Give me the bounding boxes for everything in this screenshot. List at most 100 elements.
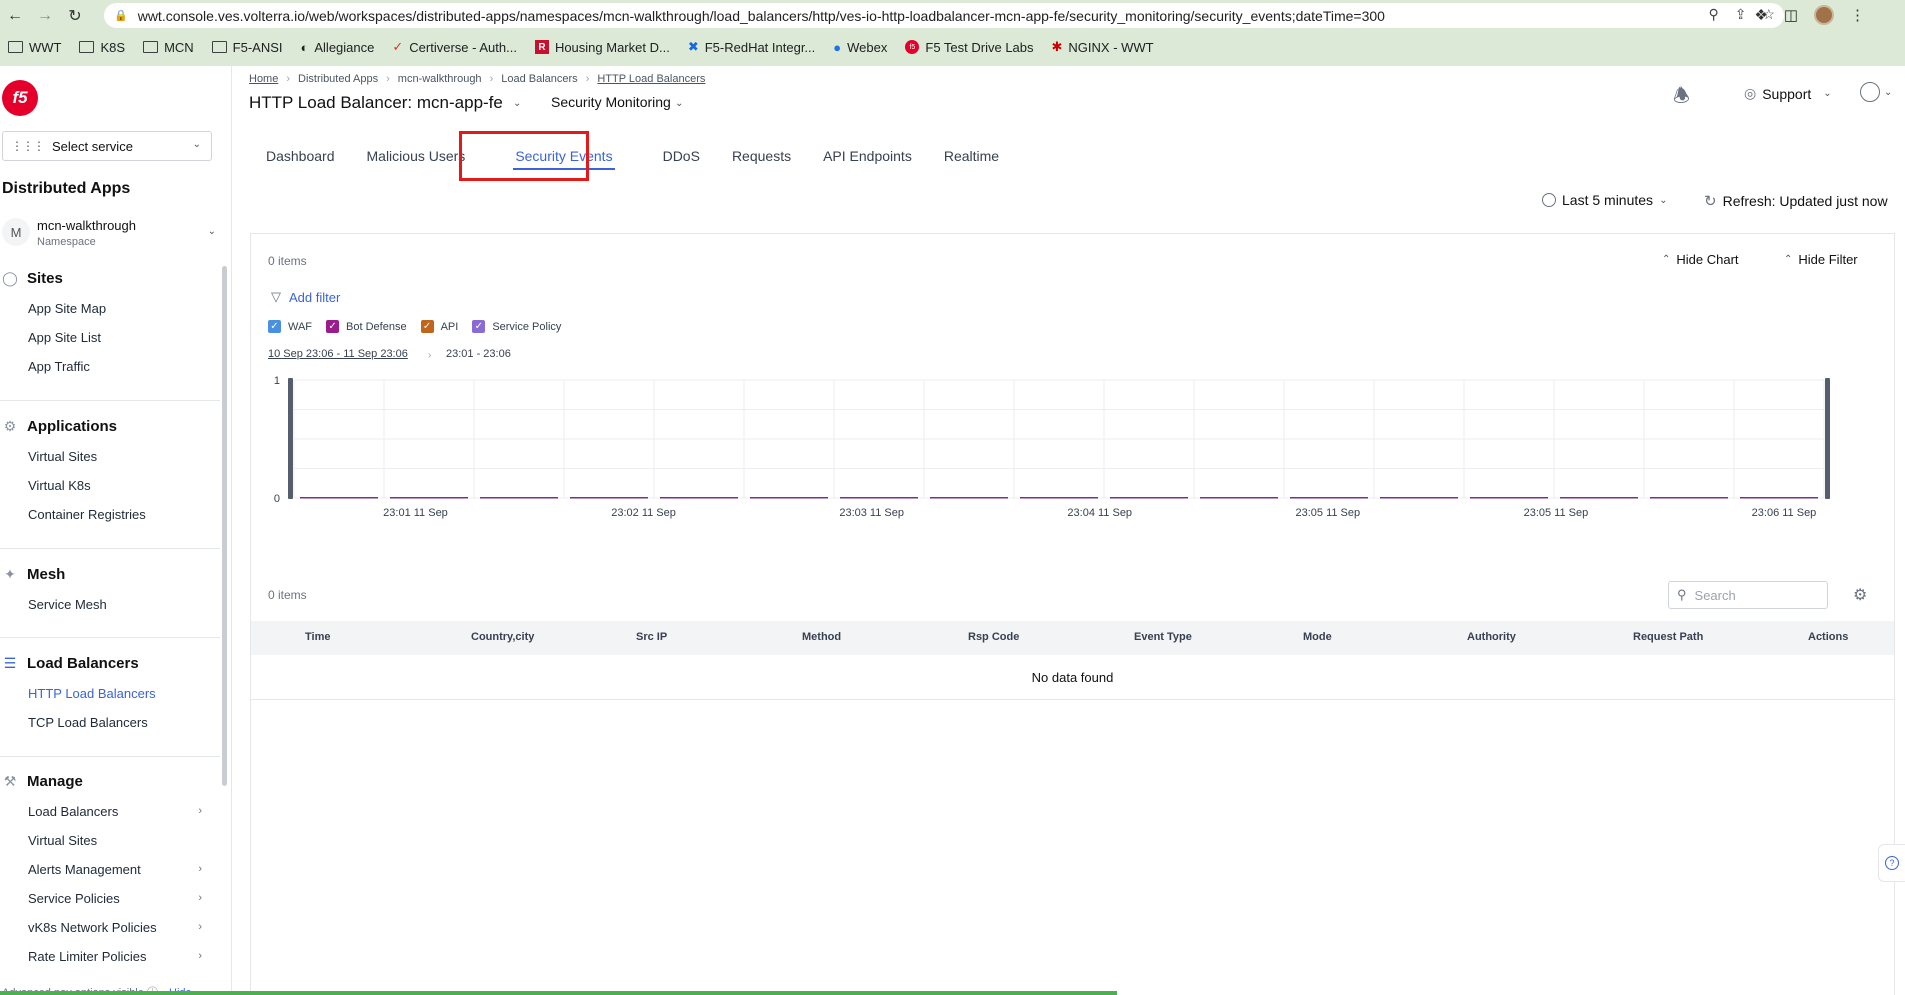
chevron-down-icon[interactable]: ⌄ xyxy=(513,98,521,109)
chevron-right-icon: › xyxy=(198,950,202,962)
bookmark-mcn[interactable]: MCN xyxy=(143,40,194,55)
bookmark-nginx[interactable]: ✱ NGINX - WWT xyxy=(1052,39,1154,55)
sidebar-item-virtual-k8s[interactable]: Virtual K8s xyxy=(0,471,220,500)
legend-item-api[interactable]: ✓ API xyxy=(420,320,458,333)
breadcrumb-distributed-apps[interactable]: Distributed Apps xyxy=(298,73,378,85)
support-menu[interactable]: ◎ Support ⌄ xyxy=(1744,85,1832,102)
bookmark-f5-ansi[interactable]: F5-ANSI xyxy=(211,40,283,55)
sidebar-item-app-traffic[interactable]: App Traffic xyxy=(0,352,220,381)
f5-logo[interactable]: f5 xyxy=(2,80,38,116)
tab-realtime[interactable]: Realtime xyxy=(928,140,1015,172)
chart-bar xyxy=(1560,497,1638,499)
namespace-selector[interactable]: M mcn-walkthrough Namespace ⌄ xyxy=(2,216,222,256)
hide-filter-button[interactable]: ⌃ Hide Filter xyxy=(1784,252,1858,267)
column-header-method[interactable]: Method xyxy=(802,631,841,643)
breadcrumb-http-load-balancers[interactable]: HTTP Load Balancers xyxy=(597,73,705,85)
sidebar-item-vk8s-network-policies[interactable]: vK8s Network Policies › xyxy=(0,913,220,942)
checkbox-checked-icon[interactable]: ✓ xyxy=(326,320,340,333)
browser-chrome: ← → ↻ 🔒 wwt.console.ves.volterra.io/web/… xyxy=(0,0,1905,66)
bookmark-allegiance[interactable]: ◐ Allegiance xyxy=(301,40,375,55)
brush-handle-left xyxy=(288,378,293,499)
bell-icon[interactable]: 🕭 xyxy=(1673,82,1690,114)
column-header-mode[interactable]: Mode xyxy=(1303,631,1332,643)
refresh-button[interactable]: ↻ Refresh: Updated just now xyxy=(1704,192,1888,210)
user-icon[interactable] xyxy=(1860,82,1880,102)
bookmark-k8s[interactable]: K8S xyxy=(79,40,125,55)
forward-icon[interactable]: → xyxy=(30,1,60,31)
column-header-request-path[interactable]: Request Path xyxy=(1633,631,1703,643)
url-bar[interactable]: 🔒 wwt.console.ves.volterra.io/web/worksp… xyxy=(104,3,1784,28)
chevron-down-icon[interactable]: ⌄ xyxy=(675,98,683,109)
profile-avatar[interactable] xyxy=(1814,5,1834,25)
sidebar-item-app-site-list[interactable]: App Site List xyxy=(0,323,220,352)
bookmark-certiverse[interactable]: ✓ Certiverse - Auth... xyxy=(392,39,517,55)
breadcrumb-namespace[interactable]: mcn-walkthrough xyxy=(398,73,482,85)
sidepanel-icon[interactable]: ◫ xyxy=(1784,6,1798,24)
bookmark-wwt[interactable]: WWT xyxy=(8,40,61,55)
legend-item-waf[interactable]: ✓ WAF xyxy=(268,320,312,333)
zoom-icon[interactable]: ⚲ xyxy=(1708,6,1718,23)
sidebar-item-container-registries[interactable]: Container Registries xyxy=(0,500,220,529)
sidebar-item-rate-limiter-policies[interactable]: Rate Limiter Policies › xyxy=(0,942,220,971)
time-range-picker[interactable]: Last 5 minutes ⌄ xyxy=(1542,192,1667,208)
checkbox-checked-icon[interactable]: ✓ xyxy=(268,320,281,333)
sidebar-scrollbar[interactable] xyxy=(222,266,227,786)
page-title[interactable]: HTTP Load Balancer: mcn-app-fe xyxy=(249,93,503,113)
gear-icon: ⚙ xyxy=(3,417,17,434)
tab-ddos[interactable]: DDoS xyxy=(647,140,716,172)
security-events-chart[interactable]: 1 0 23:01 11 Sep 23:02 11 Sep 23:03 11 Sep 23… xyxy=(268,375,1858,570)
divider xyxy=(0,548,220,549)
help-button[interactable]: ? xyxy=(1878,844,1905,882)
column-header-time[interactable]: Time xyxy=(305,631,330,643)
add-filter-button[interactable]: ▽ Add filter xyxy=(271,289,340,305)
puzzle-icon[interactable]: ❖ xyxy=(1754,6,1767,24)
chevron-down-icon: ⌄ xyxy=(192,139,201,150)
tab-api-endpoints[interactable]: API Endpoints xyxy=(807,140,928,172)
sidebar-item-manage-load-balancers[interactable]: Load Balancers › xyxy=(0,797,220,826)
column-header-authority[interactable]: Authority xyxy=(1467,631,1516,643)
chevron-down-icon: ⌄ xyxy=(1659,194,1668,206)
gear-icon[interactable]: ⚙ xyxy=(1853,585,1867,605)
chevron-up-icon: ⌃ xyxy=(1784,254,1793,265)
selected-time-range: 23:01 - 23:06 xyxy=(446,348,511,360)
column-header-src-ip[interactable]: Src IP xyxy=(636,631,667,643)
legend-item-bot-defense[interactable]: ✓ Bot Defense xyxy=(326,320,407,333)
security-monitoring-dropdown[interactable]: Security Monitoring xyxy=(551,94,671,110)
column-header-event-type[interactable]: Event Type xyxy=(1134,631,1192,643)
column-header-country-city[interactable]: Country,city xyxy=(471,631,534,643)
sidebar-item-tcp-load-balancers[interactable]: TCP Load Balancers xyxy=(0,708,220,737)
sidebar-item-http-load-balancers[interactable]: HTTP Load Balancers xyxy=(0,679,220,708)
column-header-rsp-code[interactable]: Rsp Code xyxy=(968,631,1019,643)
namespace-label: Namespace xyxy=(37,236,96,248)
sidebar-item-virtual-sites[interactable]: Virtual Sites xyxy=(0,442,220,471)
overall-date-range[interactable]: 10 Sep 23:06 - 11 Sep 23:06 xyxy=(268,348,408,360)
url-text: wwt.console.ves.volterra.io/web/workspac… xyxy=(137,7,1385,24)
breadcrumb-home[interactable]: Home xyxy=(249,73,278,85)
checkbox-checked-icon[interactable]: ✓ xyxy=(472,320,486,333)
sidebar-item-service-policies[interactable]: Service Policies › xyxy=(0,884,220,913)
bookmark-webex[interactable]: ● Webex xyxy=(833,40,887,55)
back-icon[interactable]: ← xyxy=(0,1,30,31)
tab-requests[interactable]: Requests xyxy=(716,140,807,172)
reload-icon[interactable]: ↻ xyxy=(60,1,90,31)
breadcrumb-load-balancers[interactable]: Load Balancers xyxy=(501,73,577,85)
namespace-name: mcn-walkthrough xyxy=(37,218,136,233)
hide-chart-button[interactable]: ⌃ Hide Chart xyxy=(1662,252,1739,267)
tab-dashboard[interactable]: Dashboard xyxy=(250,140,351,172)
legend-item-service-policy[interactable]: ✓ Service Policy xyxy=(472,320,561,333)
bookmark-housing[interactable]: R Housing Market D... xyxy=(534,40,670,55)
bookmark-f5-redhat[interactable]: ✖ F5-RedHat Integr... xyxy=(688,39,815,55)
bookmark-f5-test-drive[interactable]: f5 F5 Test Drive Labs xyxy=(905,40,1034,55)
chart-legend: ✓ WAF ✓ Bot Defense ✓ API ✓ Service Policy xyxy=(268,320,561,333)
menu-icon[interactable]: ⋮ xyxy=(1850,6,1865,24)
search-input[interactable]: ⚲ Search xyxy=(1668,581,1828,609)
select-service-dropdown[interactable]: ⋮⋮⋮ Select service ⌄ xyxy=(2,131,212,161)
sidebar-item-alerts-management[interactable]: Alerts Management › xyxy=(0,855,220,884)
sidebar-item-service-mesh[interactable]: Service Mesh xyxy=(0,590,220,619)
sidebar-item-app-site-map[interactable]: App Site Map xyxy=(0,294,220,323)
table-items-count: 0 items xyxy=(268,588,307,602)
share-icon[interactable]: ⇪ xyxy=(1735,6,1747,23)
checkbox-checked-icon[interactable]: ✓ xyxy=(420,320,434,333)
chevron-down-icon[interactable]: ⌄ xyxy=(1884,87,1892,98)
sidebar-item-manage-virtual-sites[interactable]: Virtual Sites xyxy=(0,826,220,855)
